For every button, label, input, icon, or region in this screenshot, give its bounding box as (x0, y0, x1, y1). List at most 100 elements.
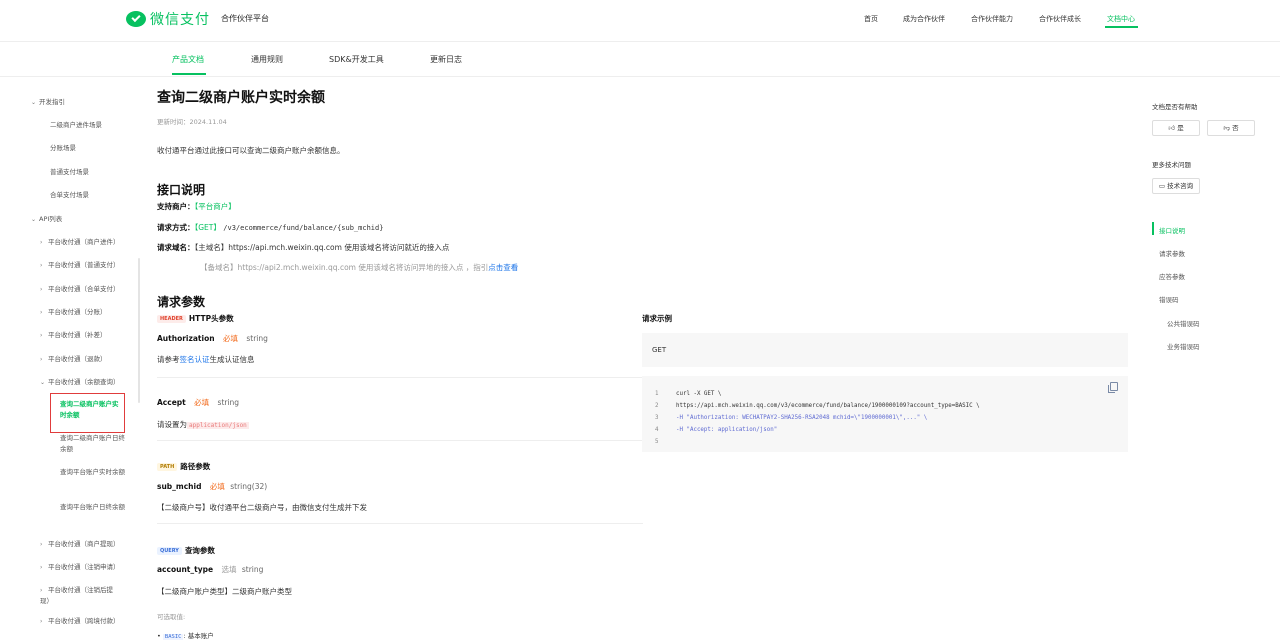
sidebar-item-combined-payment[interactable]: 合单支付场景 (50, 189, 89, 199)
backup-domain-row: 【备域名】https://api2.mch.weixin.qq.com 使用该域… (200, 262, 518, 273)
nav-active-indicator (1105, 26, 1138, 28)
sidebar-item-platform-eod-balance[interactable]: 查询平台账户日终余额 (60, 502, 130, 513)
method-path: /v3/ecommerce/fund/balance/{sub_mchid} (223, 224, 384, 232)
toc-response-params[interactable]: 应答参数 (1159, 271, 1185, 281)
required-badge: 必填 (194, 398, 210, 407)
option-code: BASIC (162, 634, 184, 640)
header-tag: HEADER (157, 315, 186, 323)
param-type: string(32) (230, 482, 268, 491)
helpful-yes-button[interactable]: 👍︎ 是 (1152, 120, 1200, 136)
support-label: 支持商户： (157, 202, 195, 211)
chevron-right-icon: › (40, 309, 43, 316)
sidebar-group-profit-sharing[interactable]: › 平台收付通（分账） (40, 306, 107, 316)
param-account-type: account_type 选填 string (157, 564, 263, 575)
tech-consult-button[interactable]: ▭ 技术咨询 (1152, 178, 1200, 194)
sidebar-item-platform-realtime-balance[interactable]: 查询平台账户实时余额 (60, 467, 130, 478)
domain-value: 【主域名】https://api.mch.weixin.qq.com 使用该域名… (194, 243, 450, 252)
sidebar-item-label: 开发指引 (39, 98, 65, 106)
sidebar-api-list[interactable]: ⌄ API列表 (31, 213, 62, 223)
param-type: string (241, 565, 264, 574)
sidebar-group-subsidy[interactable]: › 平台收付通（补差） (40, 329, 107, 339)
sidebar-item-label: 平台收付通（退款） (48, 355, 107, 363)
code-line: -H "Authorization: WECHATPAY2-SHA256-RSA… (676, 415, 928, 421)
sidebar-group-cross-border[interactable]: › 平台收付通（跨境付款） (40, 615, 120, 625)
divider (157, 523, 643, 524)
request-example-title: 请求示例 (642, 314, 672, 323)
param-name: sub_mchid (157, 482, 202, 491)
tab-sdk-tools[interactable]: SDK&开发工具 (329, 54, 384, 65)
sidebar-item-label: 平台收付通（注销后提现） (40, 586, 113, 605)
sidebar-item-label: 平台收付通（注销申请） (48, 563, 120, 571)
chevron-right-icon: › (40, 239, 43, 246)
helpful-no-button[interactable]: 👎︎ 否 (1207, 120, 1255, 136)
query-tag: QUERY (157, 547, 182, 555)
backup-domain: 【备域名】https://api2.mch.weixin.qq.com 使用该域… (200, 263, 489, 272)
toc-business-errors[interactable]: 业务错误码 (1167, 341, 1200, 351)
sidebar-item-label: 平台收付通（合单支付） (48, 285, 120, 293)
nav-home[interactable]: 首页 (864, 14, 878, 24)
path-tag: PATH (157, 463, 178, 471)
sidebar-dev-guide[interactable]: ⌄ 开发指引 (31, 96, 65, 106)
copy-icon[interactable] (1108, 382, 1118, 393)
sidebar-scrollbar[interactable] (138, 258, 140, 403)
toc-error-codes[interactable]: 错误码 (1159, 294, 1179, 304)
chevron-right-icon: › (40, 356, 43, 363)
button-label: 否 (1232, 124, 1239, 132)
toc-common-errors[interactable]: 公共错误码 (1167, 318, 1200, 328)
param-authorization: Authorization 必填 string (157, 333, 268, 344)
sidebar-group-onboarding[interactable]: › 平台收付通（商户进件） (40, 236, 120, 246)
wechat-pay-logo[interactable]: 微信支付 (126, 9, 210, 29)
toc-request-params[interactable]: 请求参数 (1159, 248, 1185, 258)
sidebar-item-selected[interactable]: 查询二级商户账户实时余额 (50, 393, 125, 433)
sidebar-item-sub-merchant-onboarding[interactable]: 二级商户进件场景 (50, 119, 102, 129)
param-type: string (217, 398, 240, 407)
tab-product-docs[interactable]: 产品文档 (172, 54, 204, 65)
required-badge: 必填 (209, 482, 225, 491)
support-merchant-row: 支持商户：【平台商户】 (157, 201, 236, 212)
sidebar-group-withdraw[interactable]: › 平台收付通（商户提现） (40, 538, 120, 548)
required-badge: 必填 (222, 334, 238, 343)
sidebar-item-profit-sharing[interactable]: 分账场景 (50, 142, 76, 152)
sidebar-group-combined-pay[interactable]: › 平台收付通（合单支付） (40, 283, 120, 293)
line-number: 2 (655, 403, 659, 409)
line-number: 3 (655, 415, 659, 421)
platform-name: 合作伙伴平台 (221, 14, 269, 23)
sidebar-item-label: API列表 (39, 215, 63, 223)
sidebar-item-normal-payment[interactable]: 普通支付场景 (50, 166, 89, 176)
nav-doc-center[interactable]: 文档中心 (1107, 14, 1135, 24)
request-method-row: 请求方式：【GET】 /v3/ecommerce/fund/balance/{s… (157, 222, 383, 233)
sign-auth-link[interactable]: 签名认证 (180, 355, 210, 364)
line-number: 5 (655, 439, 659, 445)
sidebar-group-normal-pay[interactable]: › 平台收付通（普通支付） (40, 259, 120, 269)
request-example-code-block: 1 2 3 4 5 curl -X GET \ https://api.mch.… (642, 376, 1128, 452)
toc-interface[interactable]: 接口说明 (1159, 225, 1185, 235)
param-account-type-desc: 【二级商户账户类型】二级商户账户类型 (157, 587, 292, 596)
query-params-label: 查询参数 (184, 546, 215, 555)
divider (157, 440, 643, 441)
nav-partner-growth[interactable]: 合作伙伴成长 (1039, 14, 1081, 24)
sidebar-item-label: 平台收付通（跨境付款） (48, 617, 120, 625)
toc-active-indicator (1152, 222, 1154, 235)
sidebar-group-cancel-withdraw[interactable]: › 平台收付通（注销后提现） (40, 585, 120, 606)
thumbs-down-icon: 👎︎ (1223, 124, 1231, 132)
sidebar-group-balance[interactable]: ⌄ 平台收付通（余额查询） (40, 376, 120, 386)
backup-domain-link[interactable]: 点击查看 (488, 263, 518, 272)
nav-become-partner[interactable]: 成为合作伙伴 (903, 14, 945, 24)
tab-changelog[interactable]: 更新日志 (430, 54, 462, 65)
sidebar-item-sub-merchant-eod-balance[interactable]: 查询二级商户账户日终余额 (60, 433, 130, 455)
chevron-right-icon: › (40, 564, 43, 571)
sidebar-item-label: 平台收付通（普通支付） (48, 261, 120, 269)
sidebar-group-refund[interactable]: › 平台收付通（退款） (40, 353, 107, 363)
sidebar-group-cancel[interactable]: › 平台收付通（注销申请） (40, 561, 120, 571)
helpful-label: 文档是否有帮助 (1152, 103, 1198, 111)
query-params-title: QUERY 查询参数 (157, 545, 215, 556)
chevron-right-icon: › (40, 587, 43, 594)
line-number: 1 (655, 391, 659, 397)
request-example-method-box: GET (642, 333, 1128, 367)
param-accept-desc: 请设置为 application/json (157, 419, 249, 430)
param-accept: Accept 必填 string (157, 397, 239, 408)
tab-general-rules[interactable]: 通用规则 (251, 54, 283, 65)
method-value: 【GET】 (194, 223, 221, 232)
chevron-down-icon: ⌄ (31, 99, 37, 106)
nav-partner-ability[interactable]: 合作伙伴能力 (971, 14, 1013, 24)
